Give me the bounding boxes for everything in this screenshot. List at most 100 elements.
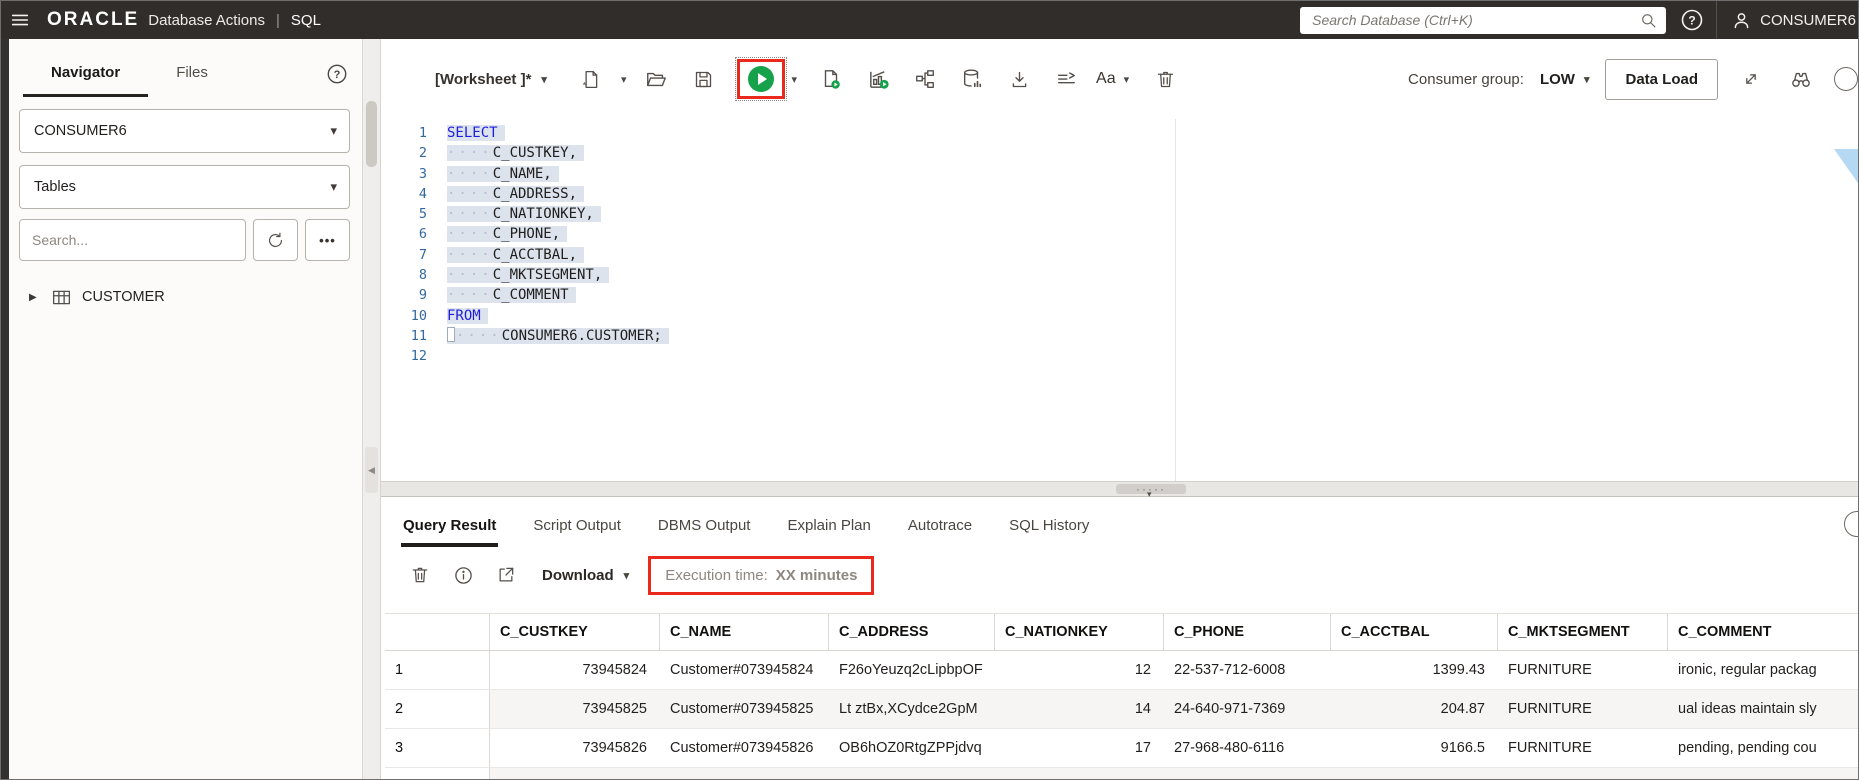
results-toolbar: Download ▾ Execution time: XX minutes xyxy=(381,547,1858,603)
schema-select[interactable]: CONSUMER6 ▾ xyxy=(19,109,350,153)
tab-autotrace[interactable]: Autotrace xyxy=(908,517,972,547)
chevron-down-icon[interactable]: ▾ xyxy=(791,73,797,86)
help-icon[interactable]: ? xyxy=(1680,8,1704,32)
editor-line[interactable]: 2 ····C_CUSTKEY, xyxy=(381,143,1858,163)
sql-editor[interactable]: 1 SELECT 2 ····C_CUSTKEY, 3 ····C_NAME, … xyxy=(381,119,1858,481)
editor-line[interactable]: 3 ····C_NAME, xyxy=(381,164,1858,184)
table-row[interactable]: 4 73945827 Customer#073945827 bP Dm1Z,sj… xyxy=(385,768,1858,779)
editor-line[interactable]: 1 SELECT xyxy=(381,123,1858,143)
run-group: ▾ xyxy=(735,57,797,101)
tab-navigator[interactable]: Navigator xyxy=(23,64,149,97)
tab-explain-plan[interactable]: Explain Plan xyxy=(787,517,870,547)
sidebar-scrollbar[interactable]: ◀ xyxy=(363,39,381,779)
svg-text:*: * xyxy=(583,80,587,90)
table-row[interactable]: 2 73945825 Customer#073945825 Lt ztBx,XC… xyxy=(385,690,1858,729)
open-file-button[interactable] xyxy=(639,62,673,96)
table-row[interactable]: 3 73945826 Customer#073945826 OB6hOZ0Rtg… xyxy=(385,729,1858,768)
format-button[interactable] xyxy=(1049,62,1083,96)
header-c-nationkey[interactable]: C_NATIONKEY xyxy=(995,614,1164,650)
result-info-button[interactable] xyxy=(448,558,478,592)
data-load-button[interactable]: Data Load xyxy=(1605,58,1718,100)
sql-tuning-button[interactable] xyxy=(955,62,989,96)
download-editor-button[interactable] xyxy=(1002,62,1036,96)
tab-sql-history[interactable]: SQL History xyxy=(1009,517,1089,547)
top-bar: ORACLE Database Actions | SQL ? CONSUMER… xyxy=(1,1,1858,39)
run-script-button[interactable] xyxy=(814,62,848,96)
editor-results-splitter[interactable]: ····· ▾ xyxy=(381,481,1858,499)
editor-line[interactable]: 4 ····C_ADDRESS, xyxy=(381,184,1858,204)
database-search-input[interactable] xyxy=(1300,6,1667,34)
cell-name: Customer#073945826 xyxy=(670,740,814,756)
cell-mktsegment: HOUSEHOLD xyxy=(1498,768,1668,779)
consumer-group-select[interactable]: LOW ▾ xyxy=(1540,71,1590,88)
header-c-comment[interactable]: C_COMMENT xyxy=(1668,614,1858,650)
scroll-corner-indicator[interactable] xyxy=(1834,149,1858,183)
save-button[interactable] xyxy=(686,62,720,96)
tab-script-output[interactable]: Script Output xyxy=(533,517,621,547)
header-c-acctbal[interactable]: C_ACCTBAL xyxy=(1331,614,1498,650)
header-c-address[interactable]: C_ADDRESS xyxy=(829,614,995,650)
clipped-edge-icon[interactable] xyxy=(1834,67,1858,91)
download-results-button[interactable]: Download ▾ xyxy=(542,567,629,584)
database-search xyxy=(1300,6,1667,34)
search-icon[interactable] xyxy=(1639,11,1658,30)
clear-editor-button[interactable] xyxy=(1148,62,1182,96)
cell-comment: ual ideas maintain sly xyxy=(1668,690,1858,728)
editor-line[interactable]: 6 ····C_PHONE, xyxy=(381,224,1858,244)
run-statement-button[interactable] xyxy=(748,66,775,92)
expand-button[interactable] xyxy=(1734,62,1768,96)
object-type-select[interactable]: Tables ▾ xyxy=(19,165,350,209)
module-title: SQL xyxy=(290,12,321,29)
sidebar-help-icon[interactable]: ? xyxy=(326,63,348,85)
header-c-custkey[interactable]: C_CUSTKEY xyxy=(490,614,660,650)
font-size-control[interactable]: Aa ▾ xyxy=(1096,70,1129,88)
cell-name: Customer#073945825 xyxy=(660,690,829,728)
cell-address: Lt ztBx,XCydce2GpM xyxy=(829,690,995,728)
editor-line[interactable]: 8 ····C_MKTSEGMENT, xyxy=(381,265,1858,285)
tab-dbms-output[interactable]: DBMS Output xyxy=(658,517,751,547)
more-actions-button[interactable]: ••• xyxy=(305,219,350,261)
header-c-name[interactable]: C_NAME xyxy=(660,614,829,650)
autotrace-chart-button[interactable] xyxy=(861,62,895,96)
editor-line[interactable]: 5 ····C_NATIONKEY, xyxy=(381,204,1858,224)
open-in-new-button[interactable] xyxy=(491,558,521,592)
editor-line[interactable]: 12 xyxy=(381,346,1858,366)
brand: ORACLE Database Actions | SQL xyxy=(47,9,321,31)
clipped-edge-icon[interactable] xyxy=(1844,511,1858,537)
worksheet-name: [Worksheet ]* xyxy=(435,70,532,88)
hamburger-menu-icon[interactable] xyxy=(1,1,39,39)
line-number: 2 xyxy=(418,145,427,162)
chevron-down-icon[interactable]: ▾ xyxy=(621,73,627,86)
run-button-highlight xyxy=(735,57,788,101)
worksheet-selector[interactable]: [Worksheet ]* ▾ xyxy=(435,71,547,88)
editor-line[interactable]: 10 FROM xyxy=(381,306,1858,326)
object-tree: ▶ CUSTOMER xyxy=(9,283,362,311)
explain-plan-button[interactable] xyxy=(908,62,942,96)
refresh-button[interactable] xyxy=(253,219,298,261)
svg-text:?: ? xyxy=(334,69,341,81)
object-search-input[interactable] xyxy=(20,232,245,248)
header-c-phone[interactable]: C_PHONE xyxy=(1164,614,1331,650)
object-type-select-value: Tables xyxy=(34,179,76,195)
sidebar-collapse-handle[interactable]: ◀ xyxy=(365,447,378,493)
topbar-right: ? CONSUMER6 xyxy=(1300,1,1858,39)
cell-comment: pending, pending cou xyxy=(1678,740,1817,756)
clear-results-button[interactable] xyxy=(405,558,435,592)
tab-files[interactable]: Files xyxy=(148,64,236,97)
worksheet-toolbar: [Worksheet ]* ▾ * ▾ ▾ Aa ▾ Consumer grou… xyxy=(381,39,1858,119)
caret-right-icon[interactable]: ▶ xyxy=(29,292,41,303)
tree-item-customer[interactable]: ▶ CUSTOMER xyxy=(29,283,362,311)
user-menu[interactable]: CONSUMER6 xyxy=(1731,10,1858,31)
find-button[interactable] xyxy=(1784,62,1818,96)
table-row[interactable]: 1 73945824 Customer#073945824 F26oYeuzq2… xyxy=(385,651,1858,690)
tab-query-result[interactable]: Query Result xyxy=(400,517,499,547)
editor-line[interactable]: 11 ····CONSUMER6.CUSTOMER; xyxy=(381,326,1858,346)
header-c-mktsegment[interactable]: C_MKTSEGMENT xyxy=(1498,614,1668,650)
editor-line[interactable]: 9 ····C_COMMENT xyxy=(381,285,1858,305)
scrollbar-thumb[interactable] xyxy=(366,101,377,167)
new-worksheet-button[interactable]: * xyxy=(574,62,608,96)
execution-time-label: Execution time: xyxy=(665,566,768,584)
svg-text:?: ? xyxy=(1688,14,1695,28)
editor-line[interactable]: 7 ····C_ACCTBAL, xyxy=(381,245,1858,265)
table-icon xyxy=(52,290,71,304)
